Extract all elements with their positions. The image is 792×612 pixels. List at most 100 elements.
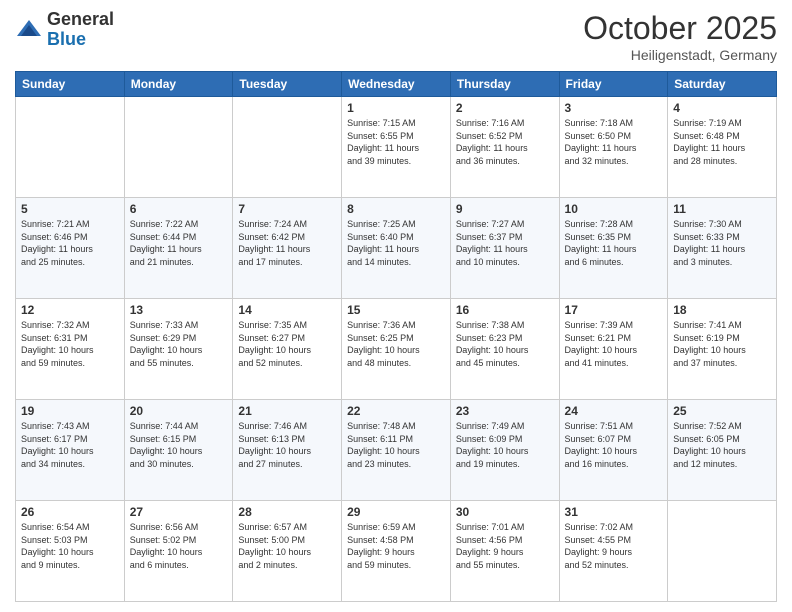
day-number: 8 [347,202,445,216]
calendar-week-row: 12 Sunrise: 7:32 AM Sunset: 6:31 PM Dayli… [16,299,777,400]
calendar-day-cell: 5 Sunrise: 7:21 AM Sunset: 6:46 PM Daylig… [16,198,125,299]
calendar-day-header: Friday [559,72,668,97]
calendar-table: SundayMondayTuesdayWednesdayThursdayFrid… [15,71,777,602]
calendar-subtitle: Heiligenstadt, Germany [583,47,777,63]
day-info: Sunrise: 7:25 AM Sunset: 6:40 PM Dayligh… [347,218,445,268]
logo-text: General Blue [47,10,114,50]
day-info: Sunrise: 6:59 AM Sunset: 4:58 PM Dayligh… [347,521,445,571]
day-number: 9 [456,202,554,216]
day-number: 29 [347,505,445,519]
day-number: 31 [565,505,663,519]
calendar-day-cell: 8 Sunrise: 7:25 AM Sunset: 6:40 PM Daylig… [342,198,451,299]
day-number: 21 [238,404,336,418]
logo: General Blue [15,10,114,50]
day-info: Sunrise: 7:19 AM Sunset: 6:48 PM Dayligh… [673,117,771,167]
calendar-day-cell: 21 Sunrise: 7:46 AM Sunset: 6:13 PM Dayli… [233,400,342,501]
day-number: 12 [21,303,119,317]
calendar-day-cell: 22 Sunrise: 7:48 AM Sunset: 6:11 PM Dayli… [342,400,451,501]
calendar-day-cell: 3 Sunrise: 7:18 AM Sunset: 6:50 PM Daylig… [559,97,668,198]
day-info: Sunrise: 7:30 AM Sunset: 6:33 PM Dayligh… [673,218,771,268]
day-info: Sunrise: 7:33 AM Sunset: 6:29 PM Dayligh… [130,319,228,369]
day-info: Sunrise: 7:51 AM Sunset: 6:07 PM Dayligh… [565,420,663,470]
calendar-title: October 2025 [583,10,777,47]
calendar-day-cell: 19Sunrise: 7:43 AM Sunset: 6:17 PM Dayli… [16,400,125,501]
calendar-day-header: Tuesday [233,72,342,97]
calendar-day-cell: 6 Sunrise: 7:22 AM Sunset: 6:44 PM Daylig… [124,198,233,299]
calendar-day-cell: 27 Sunrise: 6:56 AM Sunset: 5:02 PM Dayli… [124,501,233,602]
day-info: Sunrise: 7:32 AM Sunset: 6:31 PM Dayligh… [21,319,119,369]
calendar-day-cell: 7 Sunrise: 7:24 AM Sunset: 6:42 PM Daylig… [233,198,342,299]
day-number: 10 [565,202,663,216]
logo-general: General [47,9,114,29]
day-info: Sunrise: 7:21 AM Sunset: 6:46 PM Dayligh… [21,218,119,268]
day-number: 3 [565,101,663,115]
day-number: 13 [130,303,228,317]
day-number: 22 [347,404,445,418]
title-block: October 2025 Heiligenstadt, Germany [583,10,777,63]
day-info: Sunrise: 7:22 AM Sunset: 6:44 PM Dayligh… [130,218,228,268]
calendar-week-row: 19Sunrise: 7:43 AM Sunset: 6:17 PM Dayli… [16,400,777,501]
day-info: Sunrise: 7:01 AM Sunset: 4:56 PM Dayligh… [456,521,554,571]
calendar-day-cell [668,501,777,602]
day-number: 14 [238,303,336,317]
calendar-day-cell [16,97,125,198]
day-number: 4 [673,101,771,115]
day-number: 16 [456,303,554,317]
day-number: 15 [347,303,445,317]
calendar-day-cell: 10 Sunrise: 7:28 AM Sunset: 6:35 PM Dayli… [559,198,668,299]
calendar-day-cell: 29 Sunrise: 6:59 AM Sunset: 4:58 PM Dayli… [342,501,451,602]
day-number: 1 [347,101,445,115]
day-number: 24 [565,404,663,418]
day-info: Sunrise: 7:18 AM Sunset: 6:50 PM Dayligh… [565,117,663,167]
calendar-day-cell: 1 Sunrise: 7:15 AM Sunset: 6:55 PM Daylig… [342,97,451,198]
logo-blue: Blue [47,29,86,49]
day-info: Sunrise: 7:36 AM Sunset: 6:25 PM Dayligh… [347,319,445,369]
calendar-day-cell: 23Sunrise: 7:49 AM Sunset: 6:09 PM Dayli… [450,400,559,501]
day-number: 20 [130,404,228,418]
day-info: Sunrise: 7:49 AM Sunset: 6:09 PM Dayligh… [456,420,554,470]
day-number: 27 [130,505,228,519]
calendar-week-row: 26Sunrise: 6:54 AM Sunset: 5:03 PM Dayli… [16,501,777,602]
page: General Blue October 2025 Heiligenstadt,… [0,0,792,612]
day-info: Sunrise: 7:41 AM Sunset: 6:19 PM Dayligh… [673,319,771,369]
day-info: Sunrise: 7:16 AM Sunset: 6:52 PM Dayligh… [456,117,554,167]
calendar-day-cell: 12 Sunrise: 7:32 AM Sunset: 6:31 PM Dayli… [16,299,125,400]
day-info: Sunrise: 7:24 AM Sunset: 6:42 PM Dayligh… [238,218,336,268]
day-info: Sunrise: 6:57 AM Sunset: 5:00 PM Dayligh… [238,521,336,571]
header: General Blue October 2025 Heiligenstadt,… [15,10,777,63]
calendar-day-header: Sunday [16,72,125,97]
day-info: Sunrise: 7:43 AM Sunset: 6:17 PM Dayligh… [21,420,119,470]
day-info: Sunrise: 6:56 AM Sunset: 5:02 PM Dayligh… [130,521,228,571]
calendar-day-cell: 18 Sunrise: 7:41 AM Sunset: 6:19 PM Dayli… [668,299,777,400]
calendar-day-cell: 9Sunrise: 7:27 AM Sunset: 6:37 PM Daylig… [450,198,559,299]
calendar-day-cell: 26Sunrise: 6:54 AM Sunset: 5:03 PM Dayli… [16,501,125,602]
calendar-day-cell: 25Sunrise: 7:52 AM Sunset: 6:05 PM Dayli… [668,400,777,501]
day-number: 11 [673,202,771,216]
day-info: Sunrise: 7:35 AM Sunset: 6:27 PM Dayligh… [238,319,336,369]
day-number: 28 [238,505,336,519]
calendar-day-cell [233,97,342,198]
day-info: Sunrise: 7:46 AM Sunset: 6:13 PM Dayligh… [238,420,336,470]
calendar-day-cell: 13 Sunrise: 7:33 AM Sunset: 6:29 PM Dayli… [124,299,233,400]
calendar-day-cell: 24 Sunrise: 7:51 AM Sunset: 6:07 PM Dayli… [559,400,668,501]
calendar-day-cell: 20 Sunrise: 7:44 AM Sunset: 6:15 PM Dayli… [124,400,233,501]
day-number: 7 [238,202,336,216]
calendar-day-cell [124,97,233,198]
day-number: 6 [130,202,228,216]
day-info: Sunrise: 7:44 AM Sunset: 6:15 PM Dayligh… [130,420,228,470]
day-number: 17 [565,303,663,317]
calendar-day-cell: 11 Sunrise: 7:30 AM Sunset: 6:33 PM Dayli… [668,198,777,299]
calendar-day-header: Thursday [450,72,559,97]
logo-icon [15,16,43,44]
day-info: Sunrise: 7:48 AM Sunset: 6:11 PM Dayligh… [347,420,445,470]
day-number: 5 [21,202,119,216]
day-info: Sunrise: 7:15 AM Sunset: 6:55 PM Dayligh… [347,117,445,167]
calendar-day-cell: 14 Sunrise: 7:35 AM Sunset: 6:27 PM Dayli… [233,299,342,400]
calendar-week-row: 1 Sunrise: 7:15 AM Sunset: 6:55 PM Daylig… [16,97,777,198]
calendar-day-cell: 16Sunrise: 7:38 AM Sunset: 6:23 PM Dayli… [450,299,559,400]
day-number: 26 [21,505,119,519]
day-info: Sunrise: 7:28 AM Sunset: 6:35 PM Dayligh… [565,218,663,268]
day-number: 18 [673,303,771,317]
day-info: Sunrise: 7:02 AM Sunset: 4:55 PM Dayligh… [565,521,663,571]
calendar-day-cell: 28 Sunrise: 6:57 AM Sunset: 5:00 PM Dayli… [233,501,342,602]
